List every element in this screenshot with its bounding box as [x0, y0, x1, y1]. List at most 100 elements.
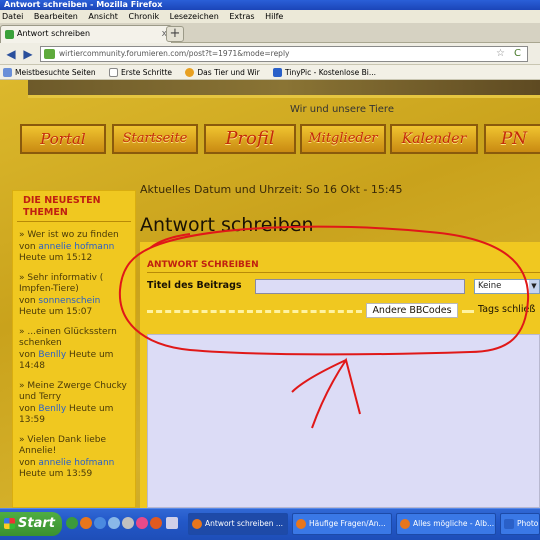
topic-by: von: [19, 241, 36, 252]
show-desktop-icon[interactable]: [166, 517, 178, 529]
firefox-icon: [192, 519, 202, 529]
firefox-icon: [296, 519, 306, 529]
page-content: Wir und unsere Tiere Portal Startseite P…: [0, 80, 540, 508]
topic-link[interactable]: » Vielen Dank liebe Annelie!: [19, 435, 129, 458]
topic-item: » Sehr informativ ( Impfen-Tiere) von so…: [13, 273, 135, 319]
topic-user-link[interactable]: annelie hofmann: [38, 458, 114, 468]
chevron-down-icon[interactable]: ▼: [529, 280, 539, 293]
task-label: Antwort schreiben ...: [205, 519, 284, 528]
task-label: Photo...: [517, 519, 540, 528]
bookmark-erste-schritte[interactable]: Erste Schritte: [109, 65, 173, 79]
nav-mitglieder[interactable]: Mitglieder: [300, 124, 386, 154]
tab-label: Antwort schreiben: [17, 29, 91, 38]
topic-user-link[interactable]: Benlly: [38, 350, 66, 360]
reload-icon[interactable]: C: [514, 47, 521, 61]
message-textarea[interactable]: [147, 334, 540, 508]
topic-link[interactable]: » ...einen Glücksstern schenken: [19, 327, 129, 350]
page-icon: [109, 68, 119, 77]
menu-extras[interactable]: Extras: [229, 12, 254, 21]
other-bbcodes-button[interactable]: Andere BBCodes: [366, 303, 458, 318]
address-bar[interactable]: wirtiercommunity.forumieren.com/post?t=1…: [40, 46, 528, 62]
topic-item: » Vielen Dank liebe Annelie! von annelie…: [13, 435, 135, 481]
nav-pn[interactable]: PN: [484, 124, 540, 154]
ie-quicklaunch-icon[interactable]: [94, 517, 106, 529]
site-identity-icon[interactable]: [44, 49, 55, 59]
topic-time: Heute um 15:07: [19, 307, 93, 317]
nav-kalender[interactable]: Kalender: [390, 124, 478, 154]
nav-profil[interactable]: Profil: [204, 124, 296, 154]
bookmarks-bar: Meistbesuchte Seiten Erste Schritte Das …: [0, 65, 540, 80]
bookmark-folder-icon: [3, 68, 12, 77]
windows-logo-icon: [4, 518, 15, 529]
latest-topics-heading: DIE NEUESTEN THEMEN: [17, 191, 131, 222]
tab-strip: Antwort schreiben x +: [0, 23, 540, 43]
navigation-bar: ◀ ▶ wirtiercommunity.forumieren.com/post…: [0, 43, 540, 65]
nav-startseite[interactable]: Startseite: [112, 124, 198, 154]
bookmark-tinypic[interactable]: TinyPic - Kostenlose Bi...: [273, 65, 377, 79]
firefox-icon: [400, 519, 410, 529]
post-title-input[interactable]: [255, 279, 465, 294]
topic-link[interactable]: » Wer ist wo zu finden: [19, 230, 129, 242]
post-title-label: Titel des Beitrags: [147, 280, 242, 291]
quicklaunch-icon[interactable]: [122, 517, 134, 529]
menu-bearbeiten[interactable]: Bearbeiten: [34, 12, 78, 21]
task-label: Alles mögliche - Alb...: [413, 519, 495, 528]
quicklaunch-icon[interactable]: [66, 517, 78, 529]
task-label: Häufige Fragen/An...: [309, 519, 386, 528]
bookmark-star-icon[interactable]: ☆: [496, 47, 505, 61]
tab-antwort-schreiben[interactable]: Antwort schreiben x: [0, 25, 172, 43]
site-nav: Portal Startseite Profil Mitglieder Kale…: [20, 124, 540, 156]
bookmark-label: Das Tier und Wir: [197, 68, 260, 77]
menu-lesezeichen[interactable]: Lesezeichen: [170, 12, 219, 21]
forward-icon[interactable]: ▶: [20, 46, 36, 62]
bookmark-das-tier-und-wir[interactable]: Das Tier und Wir: [185, 65, 260, 79]
bookmark-label: Erste Schritte: [121, 68, 173, 77]
taskbar-task[interactable]: Antwort schreiben ...: [188, 513, 288, 535]
taskbar-task[interactable]: Photo...: [500, 513, 540, 535]
url-text: wirtiercommunity.forumieren.com/post?t=1…: [59, 49, 290, 58]
topic-time: Heute um 15:12: [19, 253, 93, 263]
menu-bar: Datei Bearbeiten Ansicht Chronik Lesezei…: [0, 10, 540, 23]
topic-by: von: [19, 349, 36, 360]
font-select[interactable]: Keine ▼: [474, 279, 540, 294]
close-tags-link[interactable]: Tags schließ: [478, 304, 535, 315]
firefox-quicklaunch-icon[interactable]: [80, 517, 92, 529]
font-select-value: Keine: [478, 281, 502, 291]
topic-link[interactable]: » Meine Zwerge Chucky und Terry: [19, 381, 129, 404]
current-datetime: Aktuelles Datum und Uhrzeit: So 16 Okt -…: [140, 183, 403, 196]
new-tab-button[interactable]: +: [166, 26, 184, 42]
topic-link[interactable]: » Sehr informativ ( Impfen-Tiere): [19, 273, 129, 296]
bookmark-label: TinyPic - Kostenlose Bi...: [285, 68, 377, 77]
menu-hilfe[interactable]: Hilfe: [265, 12, 283, 21]
photo-app-icon: [504, 519, 514, 529]
topic-item: » Meine Zwerge Chucky und Terry von Benl…: [13, 381, 135, 427]
menu-chronik[interactable]: Chronik: [128, 12, 159, 21]
bookmark-label: Meistbesuchte Seiten: [15, 68, 96, 77]
quicklaunch-icon[interactable]: [136, 517, 148, 529]
topic-user-link[interactable]: sonnenschein: [38, 296, 100, 306]
page-title: Antwort schreiben: [140, 214, 314, 236]
topic-item: » Wer ist wo zu finden von annelie hofma…: [13, 230, 135, 265]
menu-ansicht[interactable]: Ansicht: [88, 12, 118, 21]
quicklaunch-icon[interactable]: [108, 517, 120, 529]
back-icon[interactable]: ◀: [3, 46, 19, 62]
tinypic-icon: [273, 68, 283, 77]
topic-user-link[interactable]: annelie hofmann: [38, 242, 114, 252]
paw-icon: [185, 68, 195, 77]
start-label: Start: [18, 516, 55, 531]
menu-datei[interactable]: Datei: [2, 12, 23, 21]
bookmark-meistbesuchte[interactable]: Meistbesuchte Seiten: [3, 65, 96, 79]
topic-time: Heute um 13:59: [19, 469, 93, 479]
quicklaunch-icon[interactable]: [150, 517, 162, 529]
latest-topics-panel: DIE NEUESTEN THEMEN » Wer ist wo zu find…: [12, 190, 136, 508]
site-banner: [28, 80, 540, 98]
site-subtitle: Wir und unsere Tiere: [290, 104, 394, 115]
taskbar-task[interactable]: Alles mögliche - Alb...: [396, 513, 496, 535]
topic-user-link[interactable]: Benlly: [38, 404, 66, 414]
topic-by: von: [19, 457, 36, 468]
topic-by: von: [19, 295, 36, 306]
topic-item: » ...einen Glücksstern schenken von Benl…: [13, 327, 135, 373]
taskbar-task[interactable]: Häufige Fragen/An...: [292, 513, 392, 535]
start-button[interactable]: Start: [0, 512, 62, 536]
nav-portal[interactable]: Portal: [20, 124, 106, 154]
